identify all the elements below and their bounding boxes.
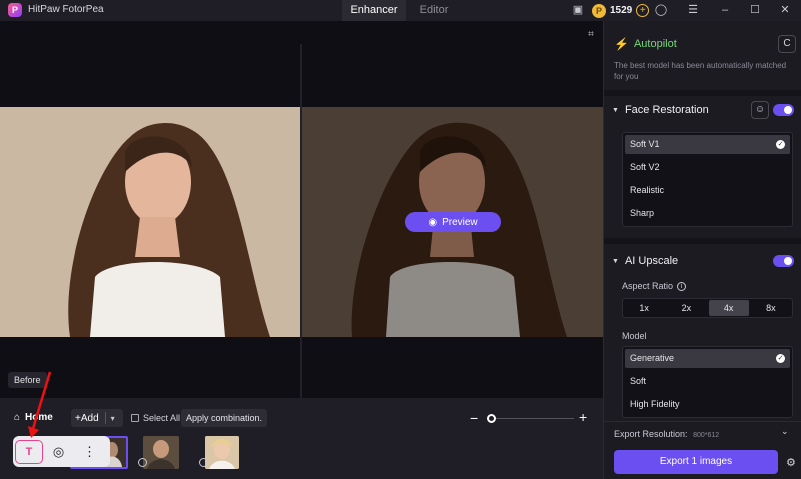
ai-upscale-header[interactable]: ▼ AI Upscale [612,255,678,267]
gear-icon[interactable]: ⚙ [786,456,796,469]
check-icon: ✓ [776,140,785,149]
pending-icon [199,458,208,467]
upscale-model-option[interactable]: Generative ✓ [625,349,790,368]
crop-icon[interactable]: ⌗ [584,29,598,41]
add-label: Add [80,412,99,424]
account-icon[interactable]: ◯ [654,3,668,17]
export-resolution-label: Export Resolution: [614,429,688,439]
select-all-checkbox[interactable] [131,414,139,422]
section-divider [604,238,801,244]
select-all[interactable]: Select All [131,413,180,423]
model-label: Model [622,331,647,341]
option-label: Generative [630,353,675,363]
face-model-option[interactable]: Soft V2 [623,156,792,179]
app-logo: P [8,3,22,17]
ratio-option[interactable]: 8x [751,300,791,316]
add-button[interactable]: + Add ▾ [71,409,123,427]
info-icon[interactable]: i [677,281,687,291]
face-restoration-toggle[interactable] [773,104,794,116]
camera-icon[interactable]: ◎ [43,436,74,467]
select-all-label: Select All [143,413,181,423]
text-select-icon[interactable]: T [15,439,43,464]
section-divider [604,421,801,422]
upscale-model-list: Generative ✓ Soft High Fidelity [622,346,793,418]
aspect-ratio-selector: 1x 2x 4x 8x [622,298,793,318]
credit-count: 1529 [610,5,633,16]
more-icon[interactable]: ⋮ [74,436,105,467]
face-restoration-header[interactable]: ▼ Face Restoration [612,104,709,116]
thumbnail-3[interactable] [205,436,239,469]
app-title: HitPaw FotorPea [28,4,104,15]
add-credits-icon[interactable]: + [636,4,650,17]
ratio-option[interactable]: 1x [624,300,664,316]
zoom-slider-handle[interactable] [487,414,496,423]
zoom-in-icon[interactable]: + [579,409,587,425]
before-image [0,107,300,337]
ratio-option[interactable]: 2x [666,300,706,316]
ratio-option[interactable]: 4x [708,300,749,316]
preview-label: Preview [442,216,478,228]
aspect-ratio-label: Aspect Ratio i [622,281,687,291]
upscale-model-option[interactable]: Soft [623,370,792,393]
face-model-list: Soft V1 ✓ Soft V2 Realistic Sharp [622,132,793,227]
ai-upscale-title: AI Upscale [624,255,679,267]
section-divider [604,90,801,96]
chevron-down-icon[interactable]: ▾ [111,414,115,423]
autopilot-header: ⚡ Autopilot [614,37,677,51]
eye-icon: ◉ [428,216,438,228]
face-restoration-title: Face Restoration [624,104,709,116]
preview-button[interactable]: ◉ Preview [405,212,501,232]
export-resolution: Export Resolution: 800*612 [614,429,719,439]
coin-icon: P [592,3,606,18]
apply-combination-button[interactable]: Apply combination. [181,409,268,427]
face-icon[interactable]: ☺ [751,101,769,119]
credits-badge[interactable]: P 1529 + [592,2,650,19]
autopilot-note: The best model has been automatically ma… [614,61,787,81]
lightning-icon: ⚡ [614,37,629,51]
thumbnail-toolbar: T ◎ ⋮ [13,436,110,467]
face-model-option[interactable]: Realistic [623,179,792,202]
home-icon: ⌂ [14,412,21,423]
minimize-icon[interactable]: – [718,3,732,17]
autopilot-title: Autopilot [633,38,677,50]
export-resolution-value: 800*612 [693,432,720,439]
feedback-icon[interactable]: ▣ [571,3,585,17]
tab-enhancer[interactable]: Enhancer [342,0,406,21]
red-arrow-annotation [28,371,52,438]
ai-upscale-toggle[interactable] [773,255,794,267]
upscale-model-option[interactable]: High Fidelity [623,393,792,416]
chevron-double-down-icon[interactable]: ⌄ [781,426,789,437]
check-icon: ✓ [776,354,785,363]
add-separator [104,412,106,424]
menu-icon[interactable]: ☰ [686,3,700,17]
export-button[interactable]: Export 1 images [614,450,778,474]
aspect-ratio-text: Aspect Ratio [622,281,674,291]
caret-down-icon: ▼ [612,257,619,265]
zoom-out-icon[interactable]: − [470,410,478,426]
caret-down-icon: ▼ [612,106,619,114]
refresh-button[interactable]: C [778,35,796,53]
face-model-option[interactable]: Soft V1 ✓ [625,135,790,154]
face-model-option[interactable]: Sharp [623,202,792,225]
zoom-slider[interactable] [488,418,574,419]
close-icon[interactable]: ✕ [778,3,792,17]
option-label: Soft V1 [630,139,660,149]
tab-editor[interactable]: Editor [408,0,460,21]
thumbnail-2[interactable] [143,436,179,469]
maximize-icon[interactable]: ☐ [748,3,762,17]
pending-icon [138,458,147,467]
